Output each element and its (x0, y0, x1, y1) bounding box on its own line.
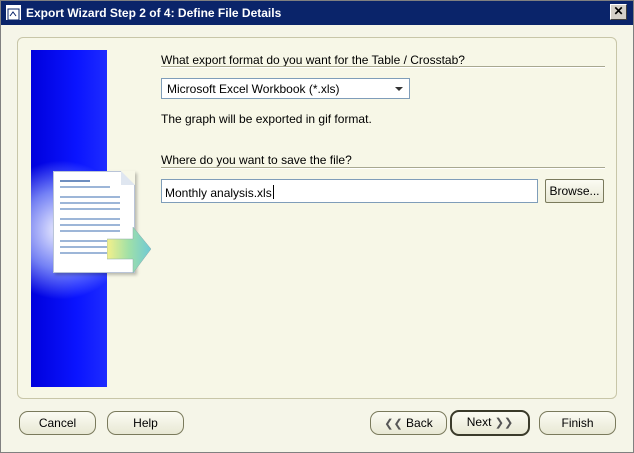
save-divider (161, 167, 605, 169)
cancel-button-label: Cancel (38, 416, 77, 430)
help-button[interactable]: Help (107, 411, 184, 435)
back-button[interactable]: ❮❮ Back (370, 411, 447, 435)
chevron-right-icon: ❯❯ (494, 417, 514, 429)
browse-button-label: Browse... (549, 184, 600, 198)
next-button[interactable]: Next ❯❯ (450, 410, 530, 436)
doc-line (60, 180, 90, 182)
filename-input[interactable]: Monthly analysis.xls (161, 179, 538, 203)
export-wizard-window: Export Wizard Step 2 of 4: Define File D… (0, 0, 634, 453)
format-select[interactable]: Microsoft Excel Workbook (*.xls) (161, 78, 410, 99)
finish-button[interactable]: Finish (539, 411, 616, 435)
cancel-button[interactable]: Cancel (19, 411, 96, 435)
doc-line (60, 196, 120, 198)
doc-line (60, 202, 120, 204)
format-note: The graph will be exported in gif format… (161, 112, 372, 126)
save-question-label: Where do you want to save the file? (161, 153, 352, 167)
format-question-label: What export format do you want for the T… (161, 53, 465, 67)
app-icon (6, 5, 21, 21)
help-button-label: Help (133, 416, 158, 430)
chevron-left-icon: ❮❮ (384, 418, 403, 430)
chevron-down-icon (395, 87, 403, 91)
format-select-value: Microsoft Excel Workbook (*.xls) (167, 82, 340, 96)
doc-line (60, 218, 120, 220)
next-button-label: Next (466, 415, 492, 429)
doc-line (60, 186, 110, 188)
browse-button[interactable]: Browse... (545, 179, 604, 203)
title-bar: Export Wizard Step 2 of 4: Define File D… (1, 1, 633, 25)
finish-button-label: Finish (561, 416, 594, 430)
back-button-label: Back (406, 416, 433, 430)
text-caret (272, 185, 274, 199)
filename-value: Monthly analysis.xls (165, 186, 272, 200)
window-title: Export Wizard Step 2 of 4: Define File D… (26, 6, 282, 20)
document-fold (121, 171, 135, 185)
close-button[interactable]: ✕ (610, 4, 627, 20)
doc-line (60, 208, 120, 210)
export-arrow-icon (107, 226, 151, 274)
format-divider (161, 66, 605, 68)
